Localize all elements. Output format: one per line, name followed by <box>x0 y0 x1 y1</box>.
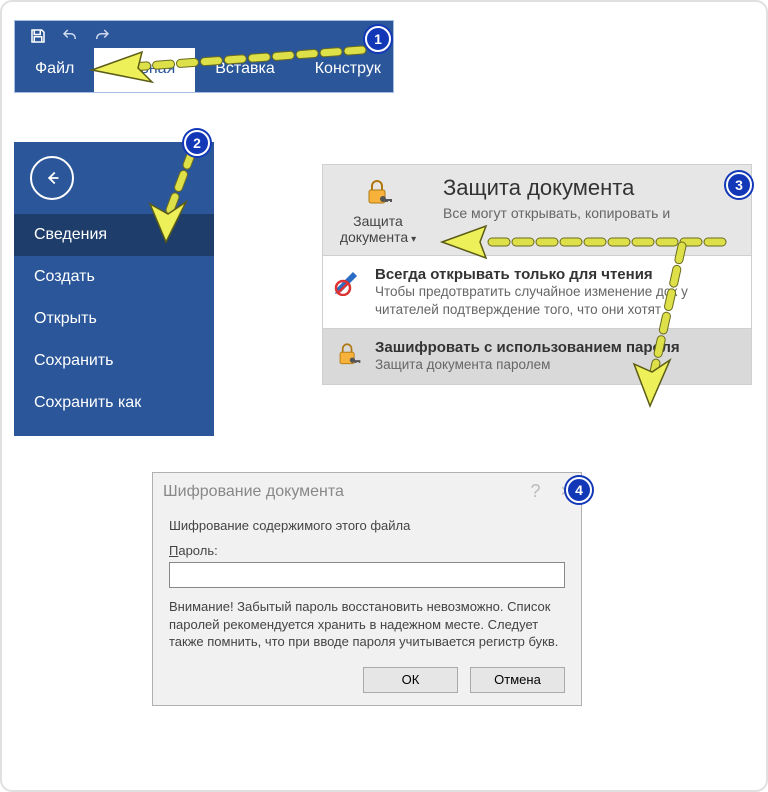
encrypt-dialog: Шифрование документа ? × Шифрование соде… <box>152 472 582 706</box>
cancel-button[interactable]: Отмена <box>470 667 565 693</box>
step-badge-1: 1 <box>365 26 391 52</box>
step-badge-3: 3 <box>726 172 752 198</box>
password-input[interactable] <box>169 562 565 588</box>
backstage-item-new[interactable]: Создать <box>14 256 214 298</box>
help-icon[interactable]: ? <box>530 481 540 502</box>
backstage-item-saveas[interactable]: Сохранить как <box>14 382 214 424</box>
password-label: Пароль: <box>169 543 565 558</box>
backstage-item-open[interactable]: Открыть <box>14 298 214 340</box>
step-badge-4: 4 <box>566 477 592 503</box>
backstage-item-save[interactable]: Сохранить <box>14 340 214 382</box>
lock-key-icon <box>361 175 395 209</box>
dialog-titlebar: Шифрование документа ? × <box>153 473 581 510</box>
step-badge-2: 2 <box>184 130 210 156</box>
lock-key-icon <box>331 339 365 374</box>
dialog-title: Шифрование документа <box>163 483 344 501</box>
dropdown-chevron-icon: ▾ <box>411 234 416 245</box>
save-icon[interactable] <box>29 27 47 48</box>
protect-button-label-2: документа <box>340 229 408 245</box>
pen-forbid-icon <box>331 266 365 318</box>
dialog-heading: Шифрование содержимого этого файла <box>169 518 565 533</box>
dialog-warning: Внимание! Забытый пароль восстановить не… <box>169 598 565 651</box>
protect-button-label-1: Защита <box>353 213 403 229</box>
protect-document-button[interactable]: Защитадокумента▾ <box>323 165 433 255</box>
protect-subtitle: Все могут открывать, копировать и <box>443 205 743 221</box>
back-button[interactable] <box>30 156 74 200</box>
protect-title: Защита документа <box>443 175 743 201</box>
ok-button[interactable]: ОК <box>363 667 458 693</box>
